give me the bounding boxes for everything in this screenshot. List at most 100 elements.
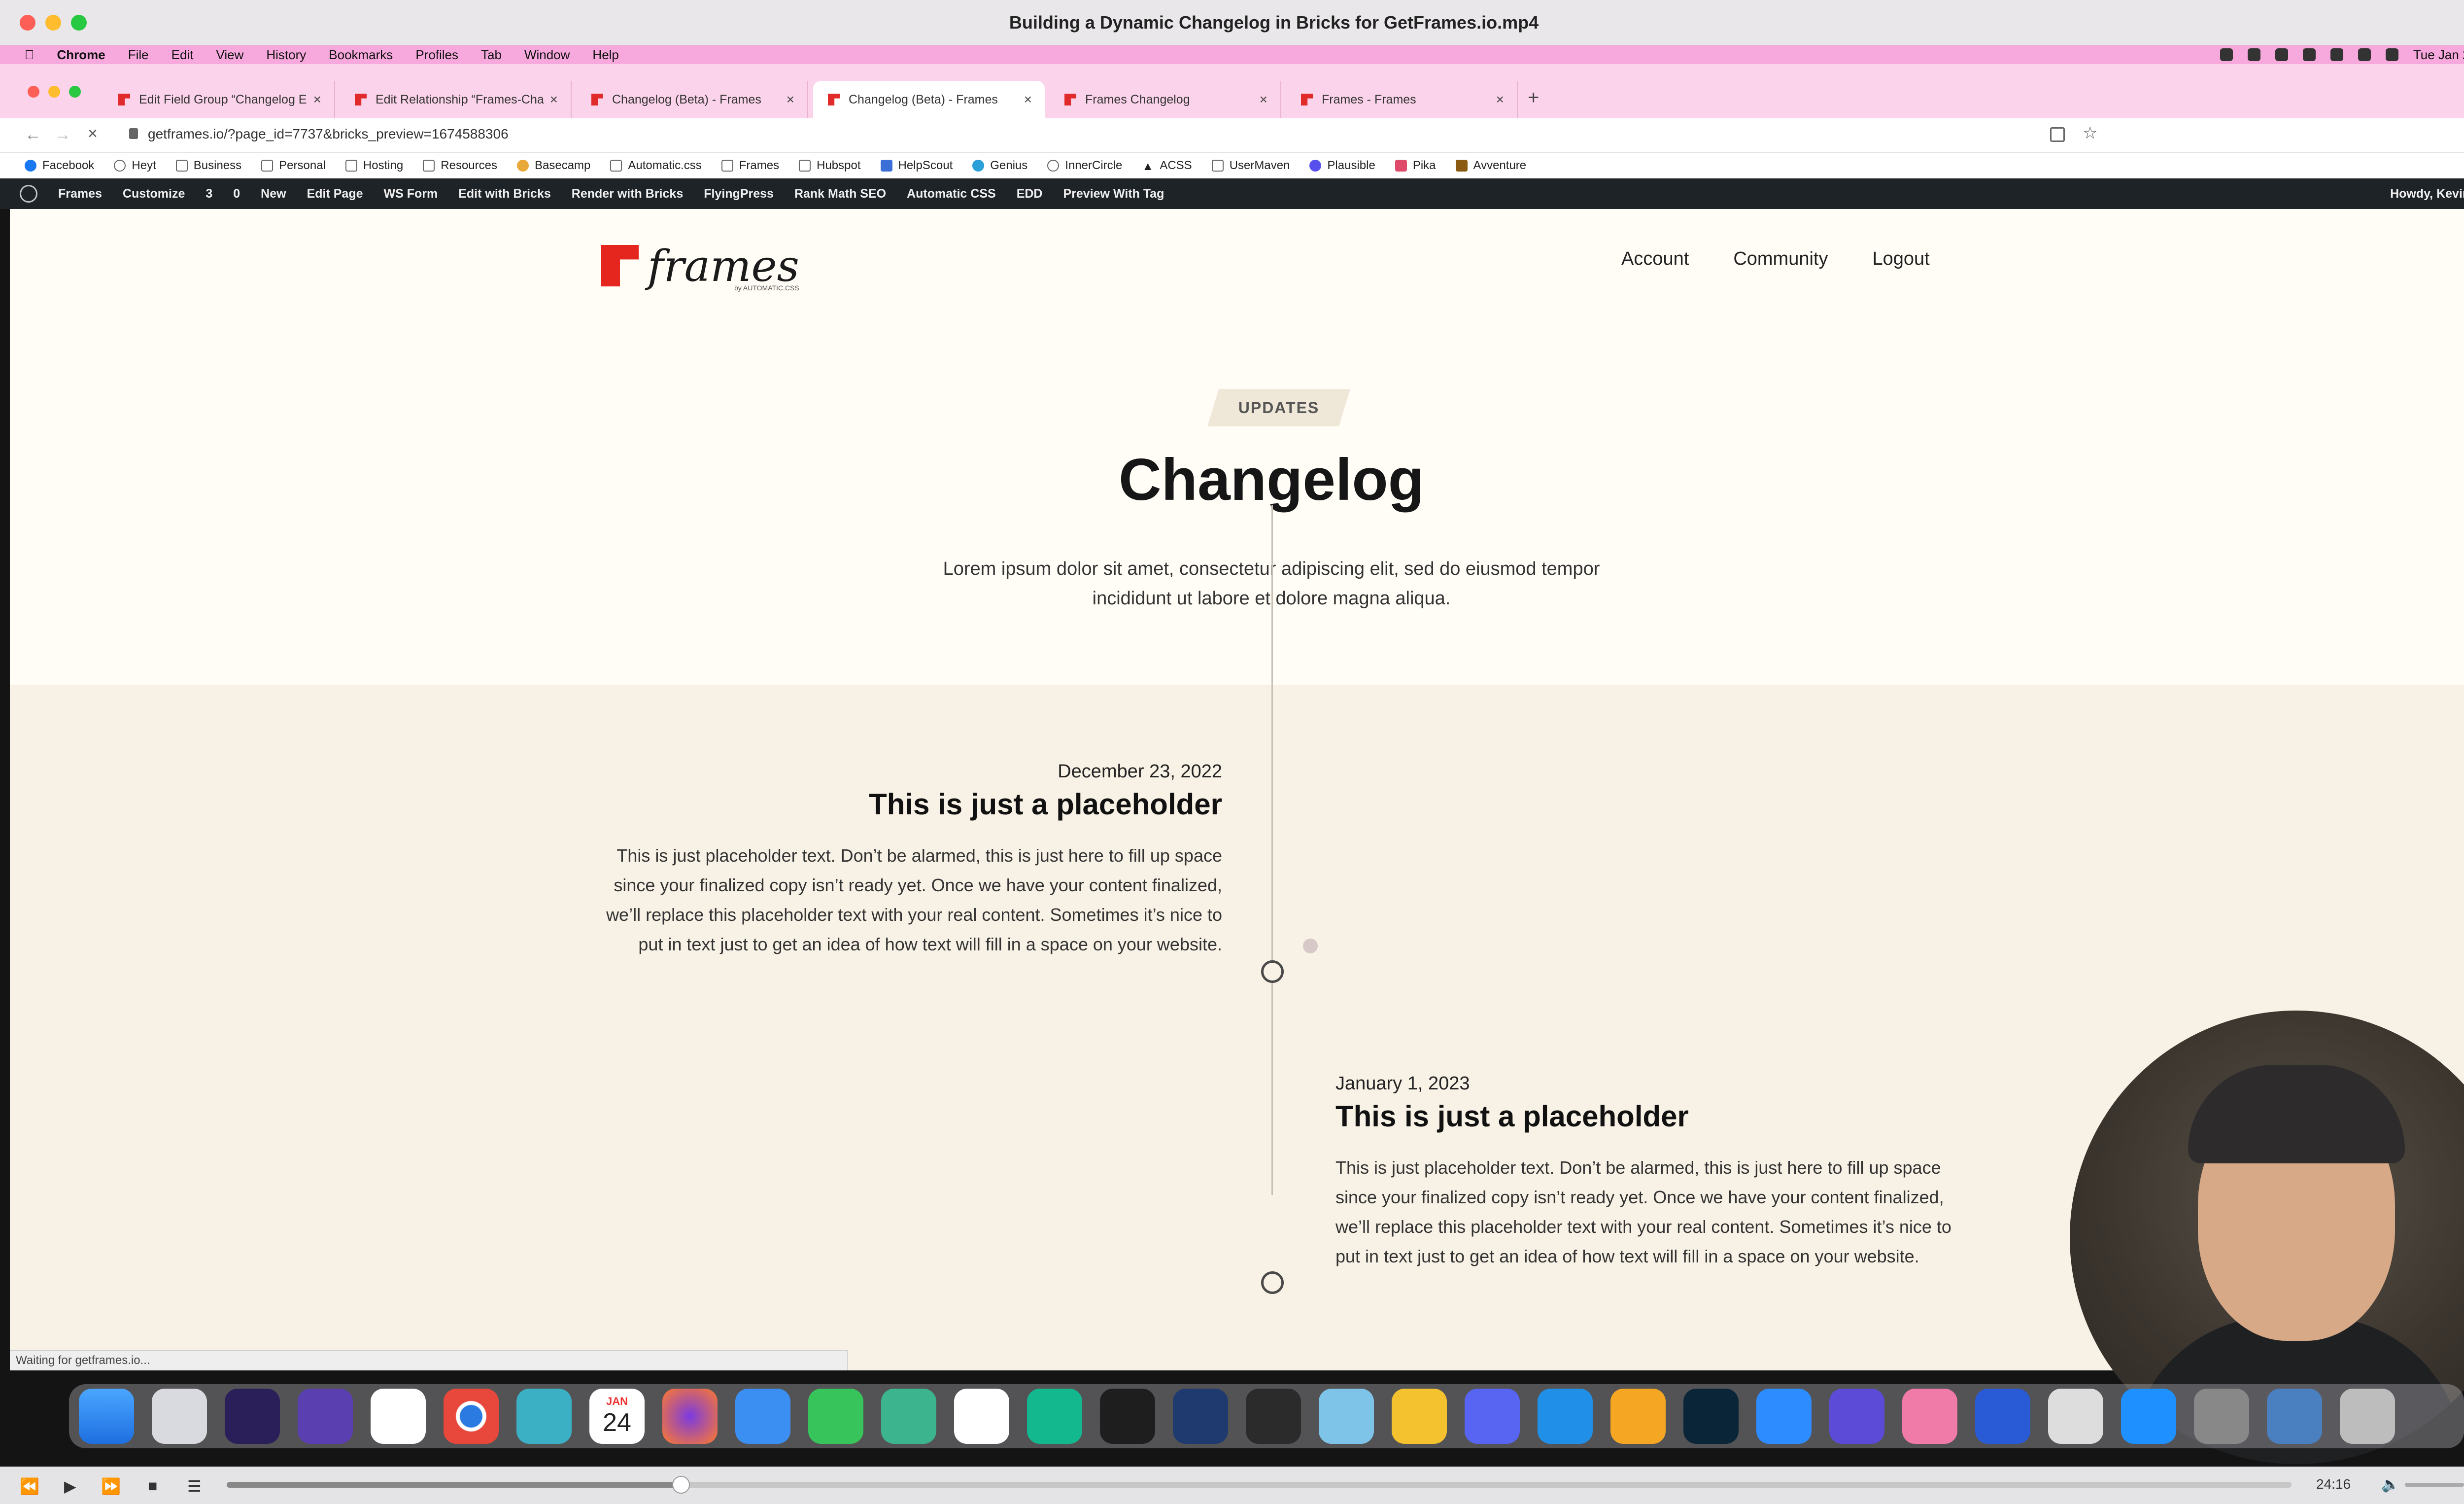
browser-minimize-button[interactable] bbox=[48, 86, 60, 98]
pages-icon[interactable] bbox=[1610, 1389, 1666, 1444]
bookmark-item[interactable]: Pika bbox=[1395, 159, 1436, 173]
chatgpt-icon[interactable] bbox=[881, 1389, 936, 1444]
wp-rank-math[interactable]: Rank Math SEO bbox=[794, 187, 886, 201]
tab-changelog-beta[interactable]: Changelog (Beta) - Frames × bbox=[577, 81, 808, 118]
status-app-icon[interactable] bbox=[2247, 48, 2260, 61]
figma-icon[interactable] bbox=[1100, 1389, 1155, 1444]
app-store-icon[interactable] bbox=[2121, 1389, 2176, 1444]
vscode-icon[interactable] bbox=[954, 1389, 1009, 1444]
control-center-icon[interactable] bbox=[2385, 48, 2398, 61]
menu-view[interactable]: View bbox=[216, 47, 243, 63]
wp-howdy-user[interactable]: Howdy, Kevin Geary bbox=[2390, 178, 2464, 209]
tab-edit-field-group[interactable]: Edit Field Group “Changelog E × bbox=[103, 81, 335, 118]
bookmark-item[interactable]: Heyt bbox=[114, 159, 156, 173]
wp-site-name[interactable]: Frames bbox=[58, 187, 102, 201]
wp-edd[interactable]: EDD bbox=[1017, 187, 1043, 201]
bookmark-item[interactable]: Basecamp bbox=[516, 159, 590, 173]
frames-logo[interactable]: frames by AUTOMATIC.CSS bbox=[601, 239, 799, 293]
transmit-icon[interactable] bbox=[1392, 1389, 1447, 1444]
stop-icon[interactable]: × bbox=[88, 124, 98, 143]
bookmark-item[interactable]: UserMaven bbox=[1211, 159, 1290, 173]
lock-icon[interactable] bbox=[129, 128, 138, 139]
bookmark-item[interactable]: ▲ ACSS bbox=[1142, 159, 1192, 173]
menu-help[interactable]: Help bbox=[592, 47, 618, 63]
search-icon[interactable] bbox=[2358, 48, 2371, 61]
tab-close-icon[interactable]: × bbox=[1260, 92, 1267, 107]
bookmark-item[interactable]: Avventure bbox=[1455, 159, 1526, 173]
play-icon[interactable]: ▶ bbox=[64, 1477, 76, 1496]
tab-edit-relationship[interactable]: Edit Relationship “Frames-Cha × bbox=[340, 81, 572, 118]
wp-flyingpress[interactable]: FlyingPress bbox=[704, 187, 774, 201]
tab-frames-changelog[interactable]: Frames Changelog × bbox=[1050, 81, 1281, 118]
grammarly-icon[interactable] bbox=[1027, 1389, 1082, 1444]
share-icon[interactable] bbox=[2050, 127, 2065, 142]
screen-share-icon[interactable] bbox=[2267, 1389, 2322, 1444]
bookmark-folder[interactable]: Frames bbox=[721, 159, 779, 173]
new-tab-button[interactable]: + bbox=[1528, 87, 1539, 109]
trash-icon[interactable] bbox=[2340, 1389, 2395, 1444]
status-app-icon[interactable] bbox=[2275, 48, 2288, 61]
bookmark-item[interactable]: Plausible bbox=[1309, 159, 1375, 173]
progress-knob[interactable] bbox=[672, 1476, 690, 1494]
copilot-icon[interactable] bbox=[2048, 1389, 2103, 1444]
url-text[interactable]: getframes.io/?page_id=7737&bricks_previe… bbox=[148, 126, 509, 142]
wp-updates-count[interactable]: 3 bbox=[205, 187, 212, 201]
playlist-icon[interactable]: ☰ bbox=[187, 1477, 202, 1496]
wp-comments-count[interactable]: 0 bbox=[233, 187, 240, 201]
siri-icon[interactable] bbox=[298, 1389, 353, 1444]
tab-close-icon[interactable]: × bbox=[1024, 92, 1032, 107]
messages-icon[interactable] bbox=[808, 1389, 863, 1444]
zoom-icon[interactable] bbox=[1756, 1389, 1812, 1444]
menu-tab[interactable]: Tab bbox=[481, 47, 502, 63]
spark-icon[interactable] bbox=[371, 1389, 426, 1444]
wp-render-with-bricks[interactable]: Render with Bricks bbox=[572, 187, 683, 201]
menu-bookmarks[interactable]: Bookmarks bbox=[329, 47, 393, 63]
bookmark-item[interactable]: Genius bbox=[972, 159, 1027, 173]
safari-icon[interactable] bbox=[735, 1389, 790, 1444]
wp-preview-with-tag[interactable]: Preview With Tag bbox=[1063, 187, 1164, 201]
launchpad-icon[interactable] bbox=[152, 1389, 207, 1444]
wp-customize[interactable]: Customize bbox=[123, 187, 185, 201]
nav-community[interactable]: Community bbox=[1733, 248, 1828, 270]
tab-close-icon[interactable]: × bbox=[313, 92, 321, 107]
status-app-icon[interactable] bbox=[2220, 48, 2233, 61]
stop-icon[interactable]: ■ bbox=[148, 1477, 157, 1495]
final-cut-icon[interactable] bbox=[1246, 1389, 1301, 1444]
keynote-icon[interactable] bbox=[1538, 1389, 1593, 1444]
nav-account[interactable]: Account bbox=[1621, 248, 1689, 270]
browser-zoom-button[interactable] bbox=[69, 86, 81, 98]
amazon-music-icon[interactable] bbox=[225, 1389, 280, 1444]
wifi-icon[interactable] bbox=[2330, 48, 2343, 61]
chrome-icon[interactable] bbox=[444, 1389, 499, 1444]
bookmark-folder[interactable]: Personal bbox=[261, 159, 326, 173]
bookmark-star-icon[interactable]: ☆ bbox=[2083, 123, 2097, 143]
tab-frames[interactable]: Frames - Frames × bbox=[1286, 81, 1518, 118]
firefox-icon[interactable] bbox=[662, 1389, 718, 1444]
fast-forward-icon[interactable]: ⏩ bbox=[101, 1477, 121, 1496]
tab-close-icon[interactable]: × bbox=[1496, 92, 1504, 107]
forward-icon[interactable]: → bbox=[54, 125, 71, 144]
menu-file[interactable]: File bbox=[128, 47, 149, 63]
wordpress-logo-icon[interactable] bbox=[20, 185, 37, 203]
finder-icon[interactable] bbox=[79, 1389, 134, 1444]
cleanmymac-icon[interactable] bbox=[1902, 1389, 1957, 1444]
wp-ws-form[interactable]: WS Form bbox=[384, 187, 438, 201]
discord-icon[interactable] bbox=[1465, 1389, 1520, 1444]
menu-chrome[interactable]: Chrome bbox=[57, 47, 105, 63]
menu-profiles[interactable]: Profiles bbox=[415, 47, 458, 63]
bookmark-item[interactable]: InnerCircle bbox=[1047, 159, 1122, 173]
menu-edit[interactable]: Edit bbox=[171, 47, 194, 63]
calendar-icon[interactable]: JAN 24 bbox=[589, 1389, 645, 1444]
apple-menu-icon[interactable]:  bbox=[25, 47, 34, 63]
wp-automatic-css[interactable]: Automatic CSS bbox=[907, 187, 996, 201]
tab-close-icon[interactable]: × bbox=[787, 92, 794, 107]
bookmark-item[interactable]: Facebook bbox=[25, 159, 94, 173]
tab-close-icon[interactable]: × bbox=[550, 92, 558, 107]
xcode-icon[interactable] bbox=[1319, 1389, 1374, 1444]
1password-icon[interactable] bbox=[1975, 1389, 2030, 1444]
wp-edit-page[interactable]: Edit Page bbox=[307, 187, 363, 201]
back-icon[interactable]: ← bbox=[25, 125, 41, 144]
bookmark-folder[interactable]: Resources bbox=[423, 159, 497, 173]
menubar-clock[interactable]: Tue Jan 24 2:28 PM bbox=[2413, 47, 2464, 63]
wp-new[interactable]: New bbox=[261, 187, 286, 201]
